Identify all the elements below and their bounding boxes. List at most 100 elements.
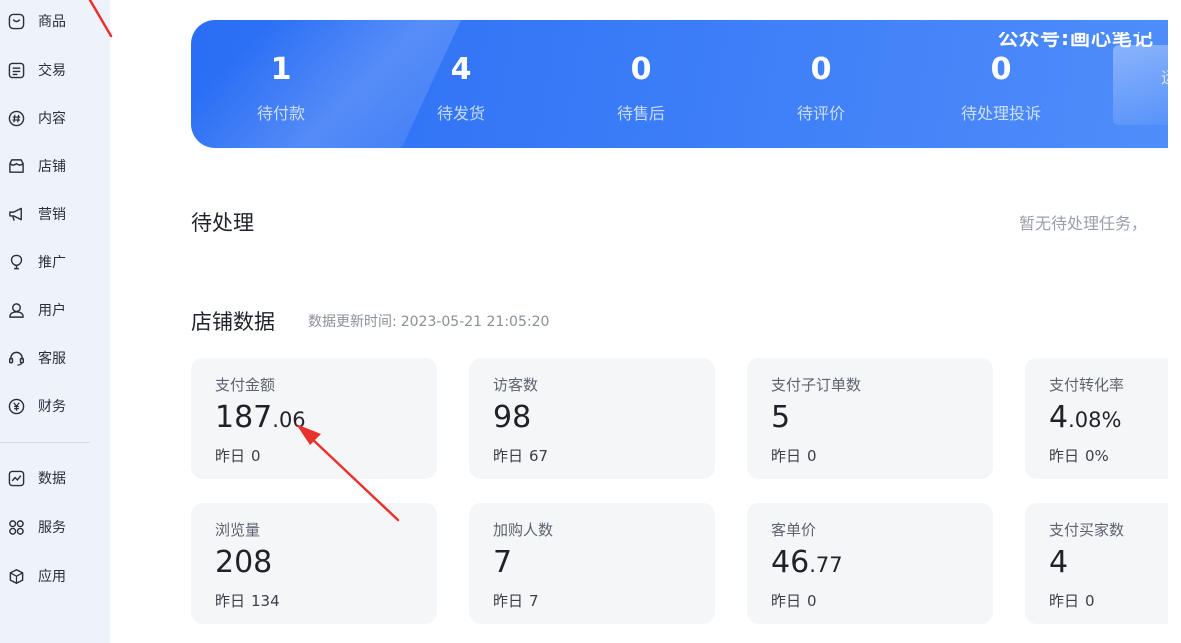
yesterday-value: 0 <box>807 592 817 610</box>
hash-icon <box>8 110 25 127</box>
yesterday-label: 昨日 <box>493 447 524 465</box>
sidebar-item-label: 营销 <box>38 207 66 223</box>
sidebar-divider <box>0 442 90 443</box>
metric-yesterday: 昨日 0 <box>771 590 817 611</box>
yesterday-value: 134 <box>251 592 280 610</box>
metric-value: 98 <box>493 400 531 438</box>
sidebar-item-label: 客服 <box>38 351 66 367</box>
stat-label: 待评价 <box>796 104 845 123</box>
metric-card-avg-order-value[interactable]: 客单价 46.77 昨日 0 <box>747 503 993 624</box>
metric-value-dec: .06 <box>272 408 306 432</box>
metric-value-int: 98 <box>493 400 532 435</box>
product-icon <box>8 13 25 30</box>
metric-label: 支付转化率 <box>1049 376 1125 394</box>
metric-card-paying-buyers[interactable]: 支付买家数 4 昨日 0 <box>1025 503 1168 624</box>
metric-value-dec: .08% <box>1068 408 1122 432</box>
pending-empty-text: 暂无待处理任务， <box>1019 214 1148 233</box>
metric-value: 4.08% <box>1049 400 1121 438</box>
metric-card-page-views[interactable]: 浏览量 208 昨日 134 <box>191 503 437 624</box>
stat-pending-payment[interactable]: 1 待付款 <box>191 52 371 124</box>
sidebar-item-users[interactable]: 用户 <box>0 294 110 326</box>
sidebar-item-label: 商品 <box>38 14 66 30</box>
sidebar-item-product[interactable]: 商品 <box>0 5 110 37</box>
stat-value: 1 <box>270 52 292 87</box>
metric-value: 4 <box>1049 545 1068 583</box>
stat-pending-complaints[interactable]: 0 待处理投诉 <box>911 52 1091 124</box>
data-update-time: 数据更新时间: 2023-05-21 21:05:20 <box>308 311 549 331</box>
megaphone-icon <box>8 206 25 223</box>
banner-decoration <box>1113 45 1168 125</box>
sidebar-item-marketing[interactable]: 营销 <box>0 198 110 230</box>
yesterday-value: 7 <box>529 592 539 610</box>
metric-value: 187.06 <box>215 400 306 438</box>
metric-value-int: 4 <box>1049 400 1069 435</box>
metric-card-visitors[interactable]: 访客数 98 昨日 67 <box>469 358 715 479</box>
metric-label: 浏览量 <box>215 521 261 539</box>
order-status-banner: 1 待付款 4 待发货 0 待售后 0 待评价 0 待处理投诉 运 公众号:画心… <box>191 20 1168 148</box>
sidebar-item-data[interactable]: 数据 <box>0 462 110 494</box>
stat-label: 待处理投诉 <box>960 104 1041 123</box>
sidebar-item-finance[interactable]: 财务 <box>0 390 110 422</box>
metric-value: 208 <box>215 545 272 583</box>
sidebar-item-apps[interactable]: 应用 <box>0 560 110 592</box>
stat-truncated[interactable]: 运 <box>1161 52 1168 88</box>
metric-value-int: 5 <box>771 400 791 435</box>
metric-label: 支付买家数 <box>1049 521 1125 539</box>
stat-label: 待发货 <box>436 104 485 123</box>
app-root: 商品 交易 内容 店铺 营销 推广 用户 客服 财务 数据 服务 应用 1 待付… <box>0 0 1181 643</box>
stat-pending-shipment[interactable]: 4 待发货 <box>371 52 551 124</box>
yesterday-value: 0 <box>807 447 817 465</box>
metric-card-conversion-rate[interactable]: 支付转化率 4.08% 昨日 0% <box>1025 358 1168 479</box>
yesterday-label: 昨日 <box>771 447 802 465</box>
metric-card-payment-amount[interactable]: 支付金额 187.06 昨日 0 <box>191 358 437 479</box>
stat-value: 4 <box>450 52 472 87</box>
metric-value-int: 208 <box>215 545 273 580</box>
store-icon <box>8 158 25 175</box>
sidebar-item-label: 交易 <box>38 63 66 79</box>
yesterday-label: 昨日 <box>1049 592 1080 610</box>
metric-label: 支付金额 <box>215 376 276 394</box>
metric-card-add-to-cart[interactable]: 加购人数 7 昨日 7 <box>469 503 715 624</box>
box-icon <box>8 568 25 585</box>
metric-yesterday: 昨日 7 <box>493 590 539 611</box>
promote-icon <box>8 254 25 271</box>
yesterday-label: 昨日 <box>215 447 246 465</box>
metric-value-int: 4 <box>1049 545 1069 580</box>
yesterday-value: 0 <box>251 447 261 465</box>
metric-yesterday: 昨日 134 <box>215 590 280 611</box>
trade-icon <box>8 62 25 79</box>
user-icon <box>8 302 25 319</box>
stat-after-sale[interactable]: 0 待售后 <box>551 52 731 124</box>
yesterday-value: 0 <box>1085 592 1095 610</box>
metric-value: 7 <box>493 545 512 583</box>
metric-yesterday: 昨日 0 <box>215 445 261 466</box>
sidebar-item-label: 店铺 <box>38 159 66 175</box>
sidebar-item-content[interactable]: 内容 <box>0 102 110 134</box>
sidebar-item-label: 推广 <box>38 255 66 271</box>
sidebar-item-label: 内容 <box>38 111 66 127</box>
sidebar-item-service[interactable]: 客服 <box>0 342 110 374</box>
sidebar-item-label: 用户 <box>38 303 66 319</box>
sidebar-item-store[interactable]: 店铺 <box>0 150 110 182</box>
sidebar-item-promotion[interactable]: 推广 <box>0 246 110 278</box>
stat-pending-review[interactable]: 0 待评价 <box>731 52 911 124</box>
metric-yesterday: 昨日 67 <box>493 445 548 466</box>
stat-label: 待售后 <box>616 104 665 123</box>
yuan-icon <box>8 398 25 415</box>
stat-label: 运 <box>1161 64 1168 88</box>
metric-yesterday: 昨日 0% <box>1049 445 1109 466</box>
yesterday-label: 昨日 <box>1049 447 1080 465</box>
sidebar: 商品 交易 内容 店铺 营销 推广 用户 客服 财务 数据 服务 应用 <box>0 0 110 643</box>
stat-value: 0 <box>810 52 832 87</box>
metric-yesterday: 昨日 0 <box>771 445 817 466</box>
metric-value: 5 <box>771 400 790 438</box>
sidebar-item-label: 数据 <box>38 471 66 487</box>
sidebar-item-label: 服务 <box>38 520 66 536</box>
stat-label: 待付款 <box>256 104 305 123</box>
chart-icon <box>8 470 25 487</box>
headset-icon <box>8 350 25 367</box>
metric-card-sub-orders[interactable]: 支付子订单数 5 昨日 0 <box>747 358 993 479</box>
metric-value: 46.77 <box>771 545 843 583</box>
sidebar-item-services[interactable]: 服务 <box>0 511 110 543</box>
sidebar-item-trade[interactable]: 交易 <box>0 54 110 86</box>
